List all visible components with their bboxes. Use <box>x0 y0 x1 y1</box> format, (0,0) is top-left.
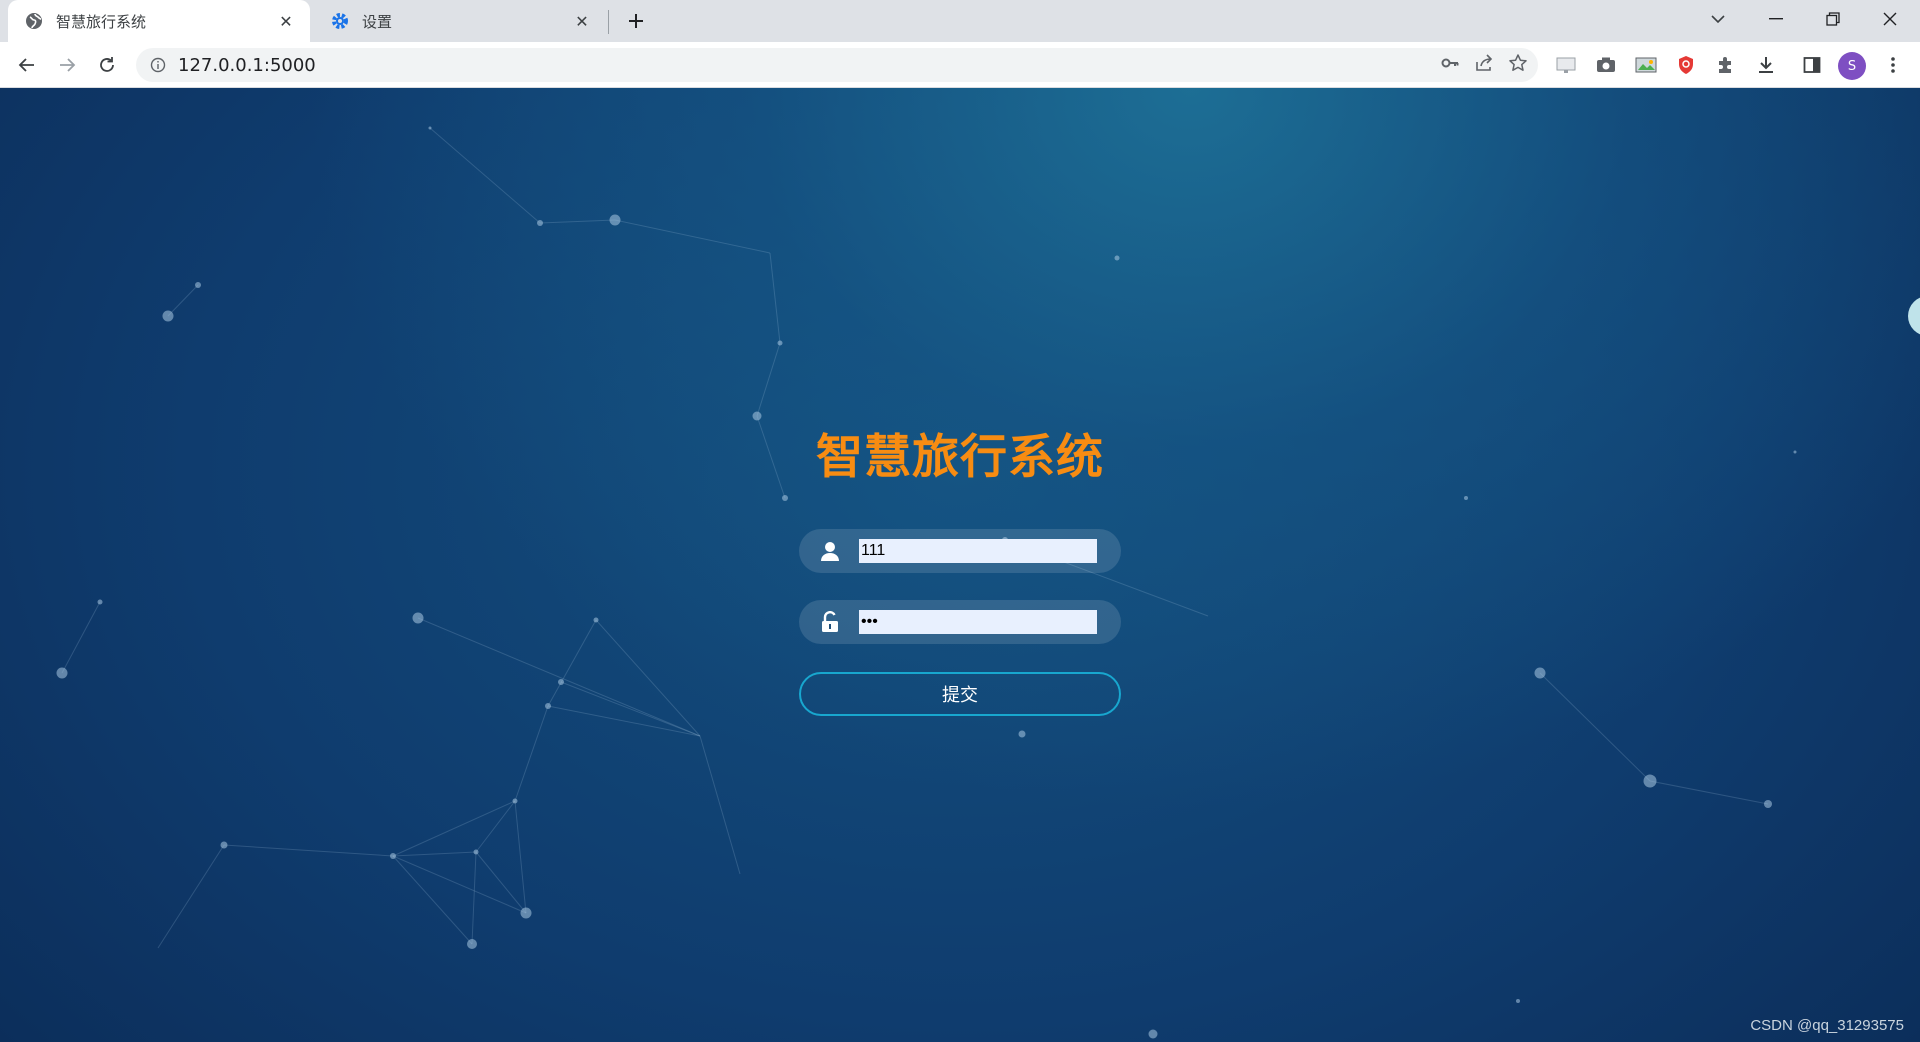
extensions-button[interactable] <box>1710 49 1742 81</box>
omnibox-actions <box>1440 48 1528 82</box>
info-icon[interactable] <box>148 55 168 75</box>
chevron-down-icon <box>1711 15 1725 24</box>
downloads-button[interactable] <box>1750 49 1782 81</box>
image-icon <box>1635 57 1657 73</box>
extension-camera-button[interactable] <box>1590 49 1622 81</box>
extension-reader-button[interactable] <box>1550 49 1582 81</box>
gear-icon <box>330 11 350 31</box>
close-icon <box>1883 12 1897 26</box>
share-icon[interactable] <box>1474 53 1494 77</box>
puzzle-icon <box>1719 57 1731 73</box>
shield-icon <box>1679 56 1693 74</box>
side-panel-icon <box>1803 57 1821 73</box>
back-button[interactable] <box>11 49 43 81</box>
kebab-menu-icon <box>1891 57 1895 73</box>
password-input[interactable] <box>859 610 1097 634</box>
browser-toolbar: 127.0.0.1:5000 S <box>0 42 1920 88</box>
url-text: 127.0.0.1:5000 <box>178 54 316 76</box>
globe-icon <box>24 11 44 31</box>
lock-icon <box>822 611 838 632</box>
close-icon[interactable]: ✕ <box>570 9 594 33</box>
restore-icon <box>1826 12 1840 26</box>
page-title: 智慧旅行系统 <box>816 430 1104 485</box>
extension-shield-button[interactable] <box>1670 49 1702 81</box>
extension-image-button[interactable] <box>1630 49 1662 81</box>
tab-smart-travel[interactable]: 智慧旅行系统 ✕ <box>8 0 310 42</box>
new-tab-button[interactable] <box>622 9 650 33</box>
forward-button[interactable] <box>51 49 83 81</box>
watermark: CSDN @qq_31293575 <box>1750 1017 1904 1034</box>
username-field-wrapper <box>799 529 1121 573</box>
page-viewport: 智慧旅行系统 提交 CSDN @qq_31293575 <box>0 88 1920 1042</box>
submit-button[interactable]: 提交 <box>799 672 1121 716</box>
reload-icon <box>100 57 114 72</box>
camera-icon <box>1597 57 1615 72</box>
profile-avatar[interactable]: S <box>1838 52 1866 80</box>
side-panel-button[interactable] <box>1796 49 1828 81</box>
plus-icon <box>629 14 643 28</box>
user-icon <box>821 542 839 561</box>
reader-icon <box>1556 57 1576 73</box>
minimize-icon <box>1769 18 1783 20</box>
username-input[interactable] <box>859 539 1097 563</box>
arrow-left-icon <box>18 58 34 72</box>
close-icon[interactable]: ✕ <box>274 9 298 33</box>
star-icon[interactable] <box>1508 53 1528 77</box>
tab-strip: 智慧旅行系统 ✕ 设置 ✕ <box>0 0 1920 42</box>
close-window-button[interactable] <box>1862 0 1918 38</box>
tab-title: 智慧旅行系统 <box>56 12 147 31</box>
tab-title: 设置 <box>362 12 393 31</box>
menu-button[interactable] <box>1877 49 1909 81</box>
minimize-button[interactable] <box>1748 0 1804 38</box>
reload-button[interactable] <box>91 49 123 81</box>
tab-separator <box>608 10 609 34</box>
key-icon[interactable] <box>1440 53 1460 77</box>
tab-settings[interactable]: 设置 ✕ <box>314 0 606 42</box>
restore-button[interactable] <box>1805 0 1861 38</box>
download-icon <box>1759 57 1773 73</box>
tab-search-button[interactable] <box>1690 0 1746 38</box>
address-bar[interactable]: 127.0.0.1:5000 <box>136 48 1538 82</box>
password-field-wrapper <box>799 600 1121 644</box>
arrow-right-icon <box>60 58 76 72</box>
